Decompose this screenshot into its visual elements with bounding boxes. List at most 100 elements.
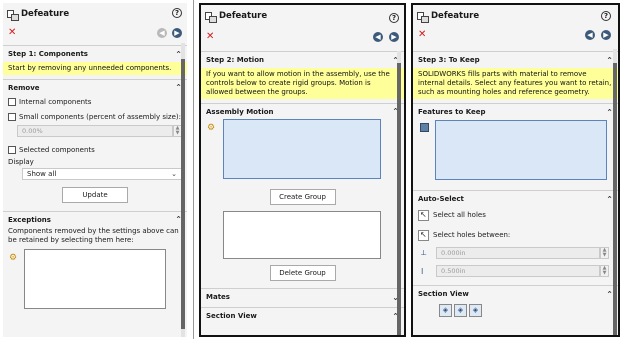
defeature-panel-step3: Defeature ? ✕ ◀ ▶ Step 3: To Keep ⌃ SOLI… [411,3,620,337]
action-row: ✕ ◀ ▶ [201,29,404,45]
chevron-up-icon[interactable]: ⌃ [606,195,613,204]
step-title: Step 2: Motion [206,56,265,64]
panel-titlebar: Defeature [3,3,187,25]
display-dropdown[interactable]: Show all ⌄ [22,168,182,180]
section-view-toolbar: ◈ ◈ ◈ [413,304,618,317]
step-header: Step 2: Motion ⌃ [201,52,404,68]
section-view-title: Section View [418,290,469,298]
spinner[interactable]: ▲ ▼ [600,265,609,277]
small-components-option[interactable]: Small components (percent of assembly si… [3,110,187,123]
select-arrow-icon[interactable] [418,229,429,241]
features-list[interactable] [435,120,607,180]
update-button[interactable]: Update [62,187,128,203]
section-view-header[interactable]: Section View ⌃ [201,308,404,324]
select-holes-between-label: Select holes between: [433,231,511,239]
mates-header[interactable]: Mates ⌄ [201,289,404,305]
component-icon: ⚙ [9,253,18,263]
step-header: Step 1: Components ⌃ [3,46,187,62]
next-icon[interactable]: ▶ [172,28,182,38]
close-icon[interactable]: ✕ [206,32,214,42]
back-icon[interactable]: ◀ [373,32,383,42]
close-icon[interactable]: ✕ [418,30,426,40]
action-row: ✕ ◀ ▶ [3,25,187,41]
step-header: Step 3: To Keep ⌃ [413,52,618,68]
select-arrow-icon[interactable] [418,209,429,221]
groups-list[interactable] [223,211,381,259]
mates-title: Mates [206,293,230,301]
min-diameter-icon: ⟂ [421,248,427,257]
exceptions-text: Components removed by the settings above… [8,227,179,244]
select-holes-between-row[interactable]: Select holes between: [413,227,618,243]
auto-select-header[interactable]: Auto-Select ⌃ [413,191,618,207]
internal-components-option[interactable]: Internal components [3,95,187,108]
max-diameter-icon: I [421,266,424,276]
assembly-motion-title: Assembly Motion [206,107,274,116]
back-icon[interactable]: ◀ [157,28,167,38]
back-icon[interactable]: ◀ [585,30,595,40]
rigid-group-list[interactable] [223,119,381,179]
assembly-motion-header[interactable]: Assembly Motion ⌃ [201,104,404,119]
small-components-label: Small components (percent of assembly si… [19,112,182,121]
chevron-up-icon[interactable]: ⌃ [606,108,613,117]
create-group-button[interactable]: Create Group [269,189,336,205]
help-icon[interactable]: ? [172,8,182,18]
scrollbar-thumb[interactable] [397,63,401,335]
min-diameter-row: ⟂ 0.000in ▲ ▼ [413,247,618,259]
close-icon[interactable]: ✕ [8,28,16,38]
defeature-panel-step2: Defeature ? ✕ ◀ ▶ Step 2: Motion ⌃ If yo… [199,3,406,337]
step-title: Step 1: Components [8,50,88,58]
section-plane-top-icon[interactable]: ◈ [454,304,467,317]
section-plane-right-icon[interactable]: ◈ [469,304,482,317]
select-all-holes-row[interactable]: Select all holes [413,207,618,223]
section-plane-front-icon[interactable]: ◈ [439,304,452,317]
exceptions-title: Exceptions [8,215,51,224]
checkbox[interactable] [8,97,16,106]
exceptions-list[interactable] [24,249,166,309]
selected-components-option[interactable]: Selected components [3,143,187,156]
small-components-input-row: 0.00% ▲ ▼ [3,125,187,137]
chevron-up-icon[interactable]: ⌃ [606,290,613,299]
separator [193,0,194,339]
panel-titlebar: Defeature [413,5,618,27]
defeature-icon [417,11,429,23]
internal-components-label: Internal components [19,97,92,106]
defeature-icon [205,11,217,23]
display-label: Display [8,158,34,166]
panel-titlebar: Defeature [201,5,404,27]
component-icon: ⚙ [207,123,216,133]
select-all-holes-label: Select all holes [433,211,486,219]
min-diameter-input[interactable]: 0.000in [436,247,600,259]
remove-section-header[interactable]: Remove ⌃ [3,80,187,95]
step-message: Start by removing any unneeded component… [3,62,187,75]
checkbox[interactable] [8,112,16,121]
max-diameter-row: I 0.500in ▲ ▼ [413,265,618,277]
features-title: Features to Keep [418,108,486,116]
action-row: ✕ ◀ ▶ [413,27,618,43]
scrollbar-thumb[interactable] [613,63,617,335]
next-icon[interactable]: ▶ [601,30,611,40]
help-icon[interactable]: ? [389,13,399,23]
chevron-down-icon: ⌄ [171,170,177,178]
section-view-title: Section View [206,312,257,320]
checkbox[interactable] [8,145,16,154]
help-icon[interactable]: ? [601,11,611,21]
scrollbar-thumb[interactable] [181,59,185,329]
small-components-input[interactable]: 0.00% [17,125,173,137]
next-icon[interactable]: ▶ [389,32,399,42]
panel-title: Defeature [21,9,70,19]
remove-title: Remove [8,83,40,92]
selected-components-label: Selected components [19,145,95,154]
features-to-keep-header[interactable]: Features to Keep ⌃ [413,104,618,120]
panel-title: Defeature [431,11,480,21]
step-message: If you want to allow motion in the assem… [201,68,404,99]
max-diameter-input[interactable]: 0.500in [436,265,600,277]
section-view-header[interactable]: Section View ⌃ [413,286,618,302]
exceptions-section-header[interactable]: Exceptions ⌃ [3,212,187,227]
spinner[interactable]: ▲ ▼ [600,247,609,259]
auto-select-title: Auto-Select [418,195,464,203]
panel-title: Defeature [219,11,268,21]
chevron-up-icon[interactable]: ⌃ [606,56,613,65]
step-title: Step 3: To Keep [418,56,480,64]
delete-group-button[interactable]: Delete Group [269,265,336,281]
step-message: SOLIDWORKS fills parts with material to … [413,68,618,99]
